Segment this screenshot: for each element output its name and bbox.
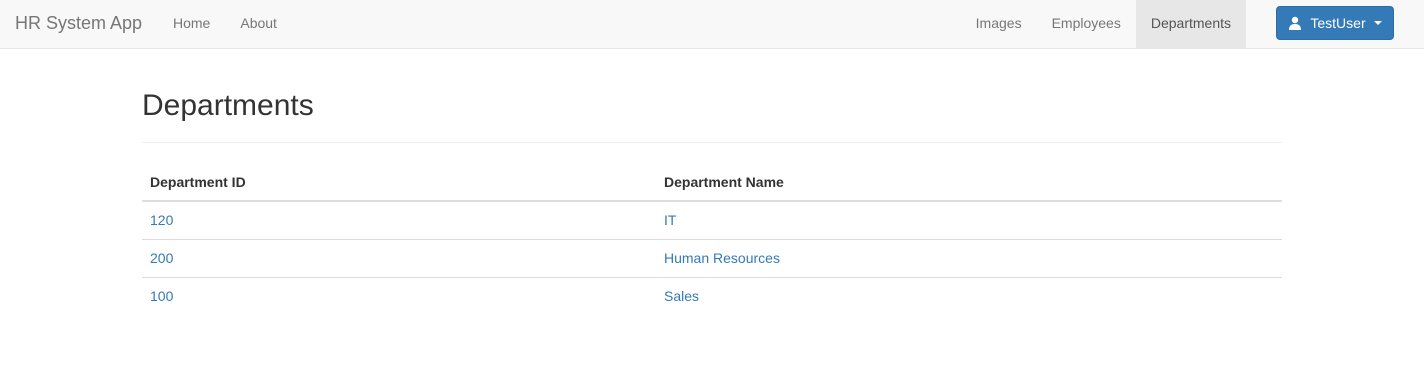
nav-images-link[interactable]: Images: [961, 0, 1037, 48]
department-id-cell: 100: [142, 277, 656, 315]
department-name-cell: Sales: [656, 277, 1282, 315]
department-name-cell: Human Resources: [656, 239, 1282, 278]
department-name-link[interactable]: IT: [664, 212, 676, 228]
user-name: TestUser: [1310, 15, 1366, 31]
column-header-department-id: Department ID: [142, 163, 656, 202]
table-row: 200 Human Resources: [142, 239, 1282, 278]
department-id-link[interactable]: 200: [150, 250, 173, 266]
nav-left: Home About: [158, 0, 292, 48]
table-header-row: Department ID Department Name: [142, 163, 1282, 202]
column-header-department-name: Department Name: [656, 163, 1282, 202]
table-row: 120 IT: [142, 201, 1282, 240]
user-icon: [1288, 16, 1302, 30]
main-content: Departments Department ID Department Nam…: [142, 49, 1282, 315]
department-id-link[interactable]: 100: [150, 288, 173, 304]
department-id-cell: 120: [142, 201, 656, 240]
nav-right: Images Employees Departments: [961, 0, 1246, 48]
caret-down-icon: [1373, 21, 1382, 25]
table-row: 100 Sales: [142, 277, 1282, 315]
nav-home-link[interactable]: Home: [158, 0, 225, 48]
user-menu-button[interactable]: TestUser: [1276, 6, 1394, 40]
page-title: Departments: [142, 89, 314, 122]
navbar: HR System App Home About Images Employee…: [0, 0, 1424, 49]
department-name-link[interactable]: Sales: [664, 288, 699, 304]
nav-employees-link[interactable]: Employees: [1037, 0, 1136, 48]
department-id-cell: 200: [142, 239, 656, 278]
nav-departments-link[interactable]: Departments: [1135, 0, 1246, 48]
department-name-link[interactable]: Human Resources: [664, 250, 780, 266]
department-id-link[interactable]: 120: [150, 212, 173, 228]
page-header: Departments: [142, 49, 1282, 143]
nav-about-link[interactable]: About: [225, 0, 292, 48]
departments-table: Department ID Department Name 120 IT 200…: [142, 163, 1282, 315]
brand-link[interactable]: HR System App: [15, 0, 142, 48]
department-name-cell: IT: [656, 201, 1282, 240]
